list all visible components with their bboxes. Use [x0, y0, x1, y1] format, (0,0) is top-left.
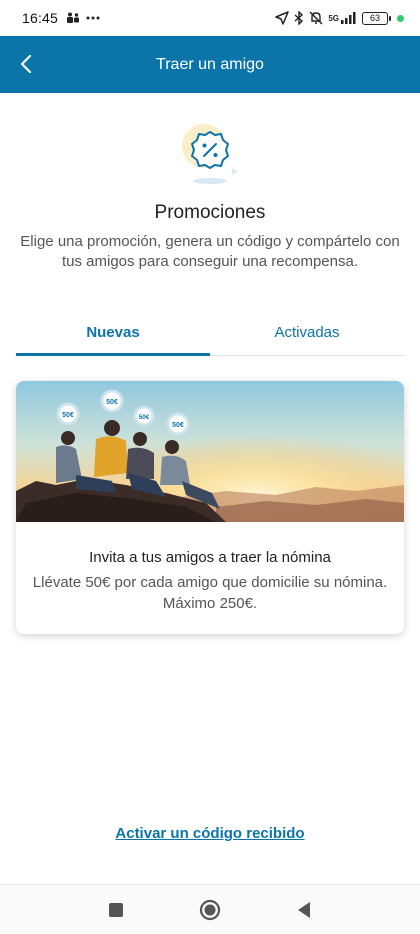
signal-icon — [341, 12, 356, 24]
bluetooth-icon — [294, 11, 304, 25]
battery-icon: 63 — [362, 11, 391, 25]
promo-card[interactable]: 50€ 50€ 50€ 50€ Invita a tus amigos a tr… — [16, 381, 404, 634]
recents-button[interactable] — [104, 898, 128, 922]
badge-label-3: 50€ — [139, 414, 150, 421]
tab-bar: Nuevas Activadas — [16, 310, 404, 356]
system-nav-bar — [0, 884, 420, 934]
app-header: Traer un amigo — [0, 36, 420, 93]
status-left-icons — [66, 12, 100, 24]
badge-50-4: 50€ — [166, 412, 190, 436]
status-right-icons: 5G 63 — [275, 11, 404, 25]
triangle-back-icon — [298, 901, 310, 918]
badge-label-4: 50€ — [172, 422, 184, 429]
badge-label-1: 50€ — [62, 412, 74, 419]
tab-nuevas[interactable]: Nuevas — [16, 310, 210, 356]
percent-badge-icon — [182, 124, 238, 184]
status-time: 16:45 — [22, 10, 59, 26]
chevron-left-icon — [20, 54, 32, 74]
more-dots-icon — [86, 16, 100, 20]
card-body: Invita a tus amigos a traer la nómina Ll… — [16, 522, 404, 614]
promotions-description: Elige una promoción, genera un código y … — [20, 233, 400, 270]
system-back-button[interactable] — [292, 898, 316, 922]
status-dot — [397, 14, 404, 22]
bell-muted-icon — [309, 11, 323, 25]
badge-50-2: 50€ — [100, 389, 124, 413]
activate-code-link[interactable]: Activar un código recibido — [0, 825, 420, 842]
badge-50-1: 50€ — [56, 402, 80, 426]
badge-label-2: 50€ — [106, 399, 118, 406]
card-text: Llévate 50€ por cada amigo que domicilie… — [32, 574, 388, 612]
network-type: 5G — [328, 13, 339, 23]
card-title: Invita a tus amigos a traer la nómina — [89, 549, 331, 566]
friends-sunset-image: 50€ 50€ 50€ 50€ — [16, 381, 404, 522]
page-title: Traer un amigo — [156, 55, 264, 73]
square-icon — [109, 902, 123, 917]
battery-level: 63 — [369, 13, 380, 23]
tab-activadas[interactable]: Activadas — [210, 310, 404, 355]
back-button[interactable] — [12, 50, 40, 78]
teams-icon — [67, 12, 80, 23]
promotions-title: Promociones — [154, 202, 266, 223]
badge-50-3: 50€ — [133, 405, 155, 427]
home-button[interactable] — [198, 898, 222, 922]
circle-icon — [199, 899, 221, 920]
location-arrow-icon — [275, 11, 290, 25]
status-bar: 16:45 5G 63 — [0, 0, 420, 36]
